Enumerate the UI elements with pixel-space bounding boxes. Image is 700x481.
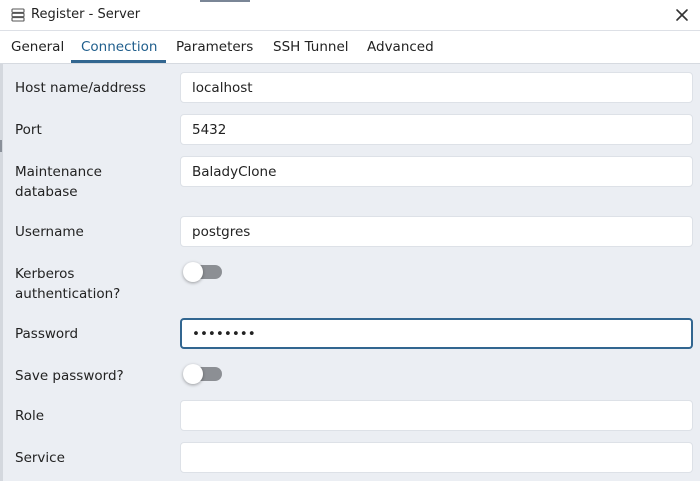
kerberos-toggle-knob [183, 262, 203, 282]
maintenance-db-input[interactable] [180, 156, 693, 187]
kerberos-label-line2: authentication? [15, 286, 121, 302]
close-icon[interactable] [672, 5, 692, 25]
maintenance-db-label: Maintenance database [15, 162, 102, 202]
tab-bar: General Connection Parameters SSH Tunnel… [0, 31, 700, 64]
username-input[interactable] [180, 216, 693, 247]
tab-ssh-tunnel[interactable]: SSH Tunnel [273, 39, 349, 55]
tab-connection[interactable]: Connection [81, 39, 157, 55]
connection-form: Host name/address Port Maintenance datab… [0, 64, 700, 481]
titlebar-accent [200, 0, 250, 2]
port-label: Port [15, 122, 42, 138]
window-titlebar: Register - Server [0, 0, 700, 31]
host-label: Host name/address [15, 80, 146, 96]
maintenance-db-label-line1: Maintenance [15, 164, 102, 180]
username-label: Username [15, 224, 84, 240]
kerberos-toggle[interactable] [183, 262, 222, 282]
service-label: Service [15, 450, 65, 466]
password-label: Password [15, 326, 79, 342]
service-input[interactable] [180, 442, 693, 473]
kerberos-label-line1: Kerberos [15, 266, 75, 282]
maintenance-db-label-line2: database [15, 184, 78, 200]
tab-general[interactable]: General [11, 39, 64, 55]
save-password-toggle[interactable] [183, 364, 222, 384]
tab-parameters[interactable]: Parameters [176, 39, 253, 55]
host-input[interactable] [180, 72, 693, 103]
tab-advanced[interactable]: Advanced [367, 39, 434, 55]
window-title: Register - Server [31, 7, 141, 22]
role-label: Role [15, 408, 45, 424]
active-tab-indicator [71, 60, 166, 63]
kerberos-label: Kerberos authentication? [15, 264, 120, 304]
role-input[interactable] [180, 400, 693, 431]
password-input[interactable] [180, 318, 693, 349]
save-password-label: Save password? [15, 368, 124, 384]
save-password-toggle-knob [183, 364, 203, 384]
server-icon [11, 8, 25, 22]
port-input[interactable] [180, 114, 693, 145]
